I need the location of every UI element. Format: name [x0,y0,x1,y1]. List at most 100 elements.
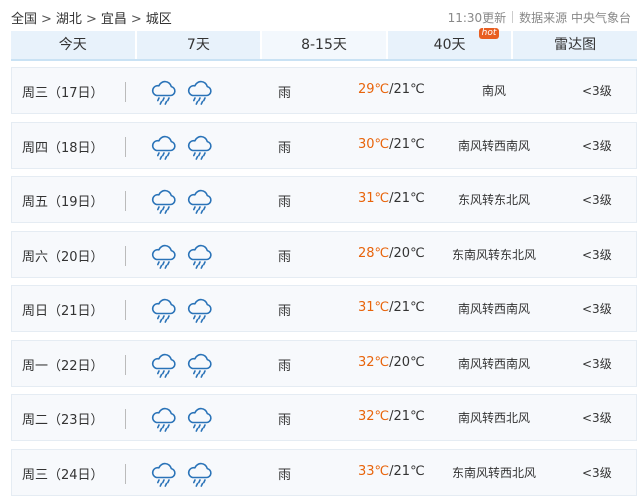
wind-level: <3级 [582,465,612,480]
tab-7-days[interactable]: 7天 [136,31,263,59]
tab-label: 8-15天 [301,37,347,53]
forecast-row: 周四（18日） 雨 30℃/21℃ 南风转西南风 <3级 [11,121,637,169]
breadcrumb-province[interactable]: 湖北 [56,12,82,27]
forecast-row: 周六（20日） 雨 28℃/20℃ 东南风转东北风 <3级 [11,230,637,278]
weather-icons [150,405,214,433]
forecast-date: 周四（18日） [22,140,104,156]
divider [125,354,126,375]
wind-direction: 南风转西南风 [457,356,530,371]
weather-condition: 雨 [278,249,292,265]
forecast-row: 周日（21日） 雨 31℃/21℃ 南风转西南风 <3级 [11,285,637,332]
breadcrumb-separator: > [41,12,52,27]
high-temp: 32℃ [358,409,390,424]
weather-condition: 雨 [278,467,292,483]
tab-label: 雷达图 [554,37,597,53]
forecast-date: 周日（21日） [22,304,104,319]
wind-level: <3级 [582,411,612,425]
breadcrumb-city[interactable]: 宜昌 [101,12,127,27]
divider [125,136,126,157]
wind-direction: 东南风转东北风 [451,247,536,262]
forecast-row: 周三（24日） 雨 33℃/21℃ 东南风转西北风 <3级 [11,448,637,496]
forecast-tabs: 今天 7天 8-15天 40天 hot 雷达图 [11,28,637,61]
rain-icon [187,244,212,269]
wind-level: <3级 [582,193,612,207]
hot-badge: hot [478,28,500,39]
weather-condition: 雨 [278,358,292,374]
rain-icon [151,407,176,432]
weather-icons [150,133,214,161]
tab-40-days[interactable]: 40天 hot [387,28,514,59]
data-source: 数据来源 中央气象台 [519,11,631,25]
rain-icon [187,80,212,105]
rain-icon [151,244,176,269]
breadcrumb-country[interactable]: 全国 [11,12,37,27]
weather-icons [150,351,214,379]
weather-condition: 雨 [278,304,292,319]
tab-label: 40天 [433,37,466,53]
weather-condition: 雨 [278,195,292,210]
wind-direction: 南风 [481,84,506,98]
tab-label: 7天 [186,37,210,53]
weather-condition: 雨 [278,86,292,101]
breadcrumb-separator: > [130,12,142,27]
update-info: 11:30更新 数据来源 中央气象台 [448,9,631,26]
weather-condition: 雨 [278,413,292,428]
rain-icon [187,407,212,432]
divider [512,11,514,23]
divider [125,300,126,320]
wind-direction: 南风转西北风 [457,411,530,425]
weather-icons [150,78,214,106]
rain-icon [151,462,176,487]
rain-icon [187,462,212,487]
forecast-row: 周二（23日） 雨 32℃/21℃ 南风转西北风 <3级 [11,394,637,441]
breadcrumb-district[interactable]: 城区 [146,12,172,27]
forecast-list: 周三（17日） 雨 29℃/21℃ 南风 <3级 周四（18日） 雨 30℃/2… [11,67,637,503]
high-temp: 32℃ [358,354,390,370]
rain-icon [151,298,176,323]
tab-label: 今天 [58,37,87,53]
forecast-date: 周三（17日） [22,86,104,101]
breadcrumb: 全国 > 湖北 > 宜昌 > 城区 [11,8,172,27]
rain-icon [187,135,212,160]
wind-level: <3级 [582,138,612,153]
forecast-date: 周二（23日） [22,413,104,428]
tab-today[interactable]: 今天 [11,31,137,59]
forecast-row: 周一（22日） 雨 32℃/20℃ 南风转西南风 <3级 [11,339,637,387]
forecast-date: 周一（22日） [22,358,104,374]
divider [125,463,126,484]
rain-icon [187,189,212,214]
high-temp: 30℃ [358,136,390,152]
high-temp: 33℃ [358,463,390,479]
rain-icon [151,189,176,214]
update-time: 11:30更新 [447,11,507,25]
rain-icon [151,135,176,160]
forecast-row: 周五（19日） 雨 31℃/21℃ 东风转东北风 <3级 [11,176,637,223]
forecast-date: 周五（19日） [22,195,104,210]
top-bar: 全国 > 湖北 > 宜昌 > 城区 11:30更新 数据来源 中央气象台 [0,0,641,30]
forecast-date: 周六（20日） [22,249,104,265]
tab-radar[interactable]: 雷达图 [513,31,637,59]
high-temp: 31℃ [358,300,390,315]
tab-8-15-days[interactable]: 8-15天 [262,31,388,59]
high-temp: 29℃ [358,82,390,97]
weather-icons [150,242,214,270]
high-temp: 31℃ [358,191,390,206]
divider [125,245,126,266]
wind-direction: 南风转西南风 [457,302,530,316]
wind-direction: 南风转西南风 [457,138,530,153]
weather-condition: 雨 [278,140,292,156]
divider [125,82,126,102]
forecast-row: 周三（17日） 雨 29℃/21℃ 南风 <3级 [11,67,637,114]
wind-level: <3级 [582,247,612,262]
wind-level: <3级 [582,84,612,98]
wind-level: <3级 [582,302,612,316]
rain-icon [187,353,212,378]
weather-icons [150,460,214,488]
forecast-date: 周三（24日） [22,467,104,483]
rain-icon [151,353,176,378]
breadcrumb-separator: > [85,12,97,27]
divider [125,191,126,211]
weather-icons [150,187,214,215]
high-temp: 28℃ [358,245,390,261]
divider [125,409,126,429]
